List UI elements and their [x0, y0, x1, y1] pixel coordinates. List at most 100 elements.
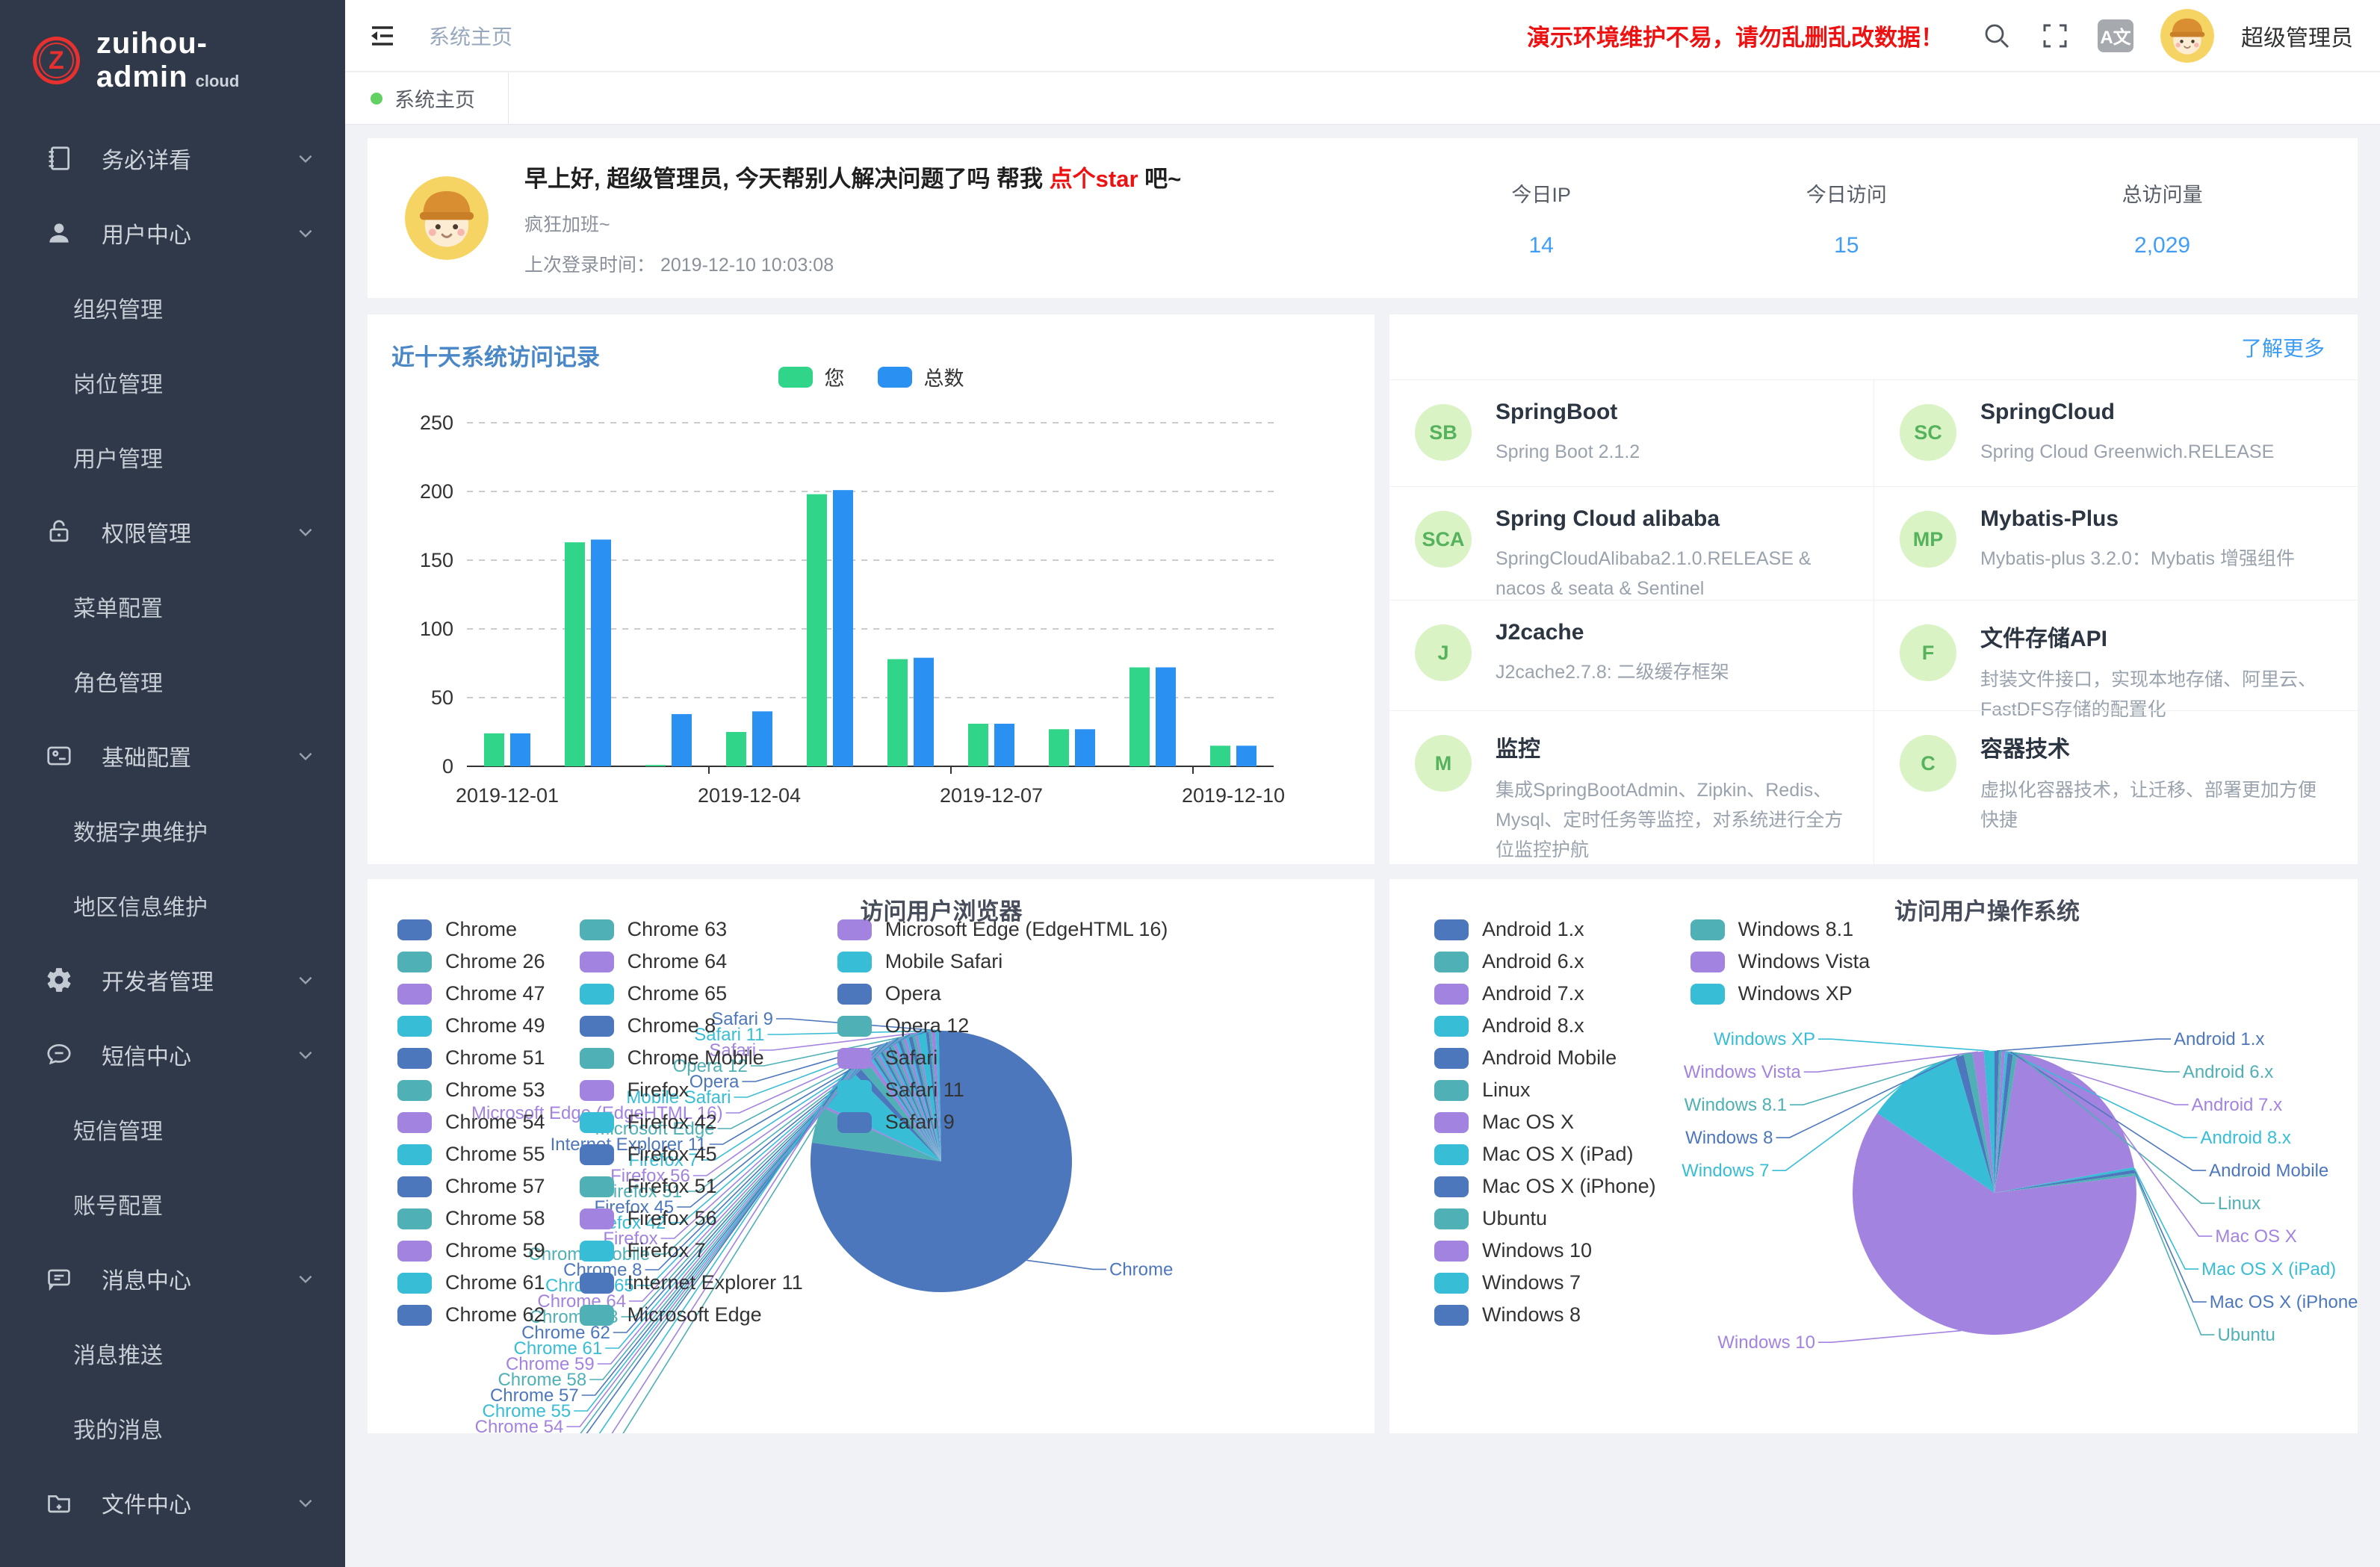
sidebar-subitem[interactable]: 消息推送: [0, 1316, 345, 1391]
legend-item[interactable]: Android 6.x: [1434, 946, 1656, 978]
sidebar-subitem[interactable]: 账号配置: [0, 1167, 345, 1241]
legend-item[interactable]: Chrome 59: [397, 1235, 545, 1267]
sidebar-subitem[interactable]: 我的消息: [0, 1391, 345, 1465]
svg-text:Android 6.x: Android 6.x: [2183, 1062, 2273, 1082]
legend-item[interactable]: Microsoft Edge: [580, 1299, 803, 1331]
legend-item[interactable]: Chrome 55: [397, 1138, 545, 1170]
legend-item[interactable]: Mac OS X (iPhone): [1434, 1170, 1656, 1203]
tab-system-home[interactable]: 系统主页: [345, 72, 509, 124]
legend-item[interactable]: Firefox 7: [580, 1235, 803, 1267]
sidebar-item[interactable]: 开发者管理: [0, 943, 345, 1017]
sidebar-item[interactable]: 文件中心: [0, 1465, 345, 1540]
sidebar-subitem[interactable]: 用户管理: [0, 420, 345, 494]
chevron-down-icon: [296, 746, 315, 766]
legend-item[interactable]: Safari 11: [837, 1074, 1168, 1106]
legend-label: Android 6.x: [1482, 950, 1584, 973]
legend-swatch: [837, 1080, 872, 1101]
avatar[interactable]: [2160, 9, 2214, 63]
legend-item[interactable]: Linux: [1434, 1074, 1656, 1106]
svg-text:2019-12-10: 2019-12-10: [1182, 784, 1285, 807]
legend-item[interactable]: Windows 7: [1434, 1267, 1656, 1299]
legend-swatch: [837, 984, 872, 1005]
legend-item[interactable]: Chrome 54: [397, 1106, 545, 1138]
svg-text:Mac OS X (iPhone): Mac OS X (iPhone): [2210, 1292, 2358, 1312]
sidebar-item[interactable]: 消息中心: [0, 1241, 345, 1316]
sidebar-item[interactable]: 权限管理: [0, 494, 345, 569]
legend-item[interactable]: Android 7.x: [1434, 978, 1656, 1010]
legend-item[interactable]: Chrome 63: [580, 913, 803, 946]
sidebar-subitem[interactable]: 组织管理: [0, 270, 345, 345]
sidebar-subitem[interactable]: 地区信息维护: [0, 868, 345, 943]
demo-warning-text: 演示环境维护不易，请勿乱删乱改数据！: [1527, 19, 1944, 52]
sidebar-item[interactable]: 用户中心: [0, 196, 345, 270]
legend-item[interactable]: 总数: [878, 362, 964, 391]
legend-item[interactable]: Chrome 51: [397, 1042, 545, 1074]
legend-item[interactable]: Opera 12: [837, 1010, 1168, 1042]
legend-item[interactable]: Chrome Mobile: [580, 1042, 803, 1074]
legend-swatch: [837, 1048, 872, 1069]
legend-item[interactable]: Windows 8.1: [1691, 913, 1871, 946]
legend-label: Chrome 61: [445, 1271, 545, 1294]
fullscreen-icon[interactable]: [2039, 20, 2071, 52]
legend-item[interactable]: Windows Vista: [1691, 946, 1871, 978]
stat-today-visits: 今日访问 15: [1806, 179, 1887, 258]
legend-swatch: [580, 919, 614, 940]
legend-item[interactable]: Chrome 47: [397, 978, 545, 1010]
legend-swatch: [1434, 1273, 1469, 1294]
star-link[interactable]: 点个star: [1050, 166, 1138, 192]
tech-card: SBSpringBootSpring Boot 2.1.2: [1389, 380, 1874, 486]
legend-item[interactable]: Chrome 49: [397, 1010, 545, 1042]
legend-item[interactable]: Mac OS X: [1434, 1106, 1656, 1138]
legend-label: 总数: [924, 362, 964, 391]
legend-swatch: [580, 1080, 614, 1101]
sidebar-item[interactable]: 务必详看: [0, 121, 345, 196]
legend-item[interactable]: Chrome 8: [580, 1010, 803, 1042]
legend-item[interactable]: Chrome 64: [580, 946, 803, 978]
legend-item[interactable]: Chrome 58: [397, 1203, 545, 1235]
legend-item[interactable]: Opera: [837, 978, 1168, 1010]
legend-item[interactable]: 您: [778, 362, 845, 391]
font-size-icon[interactable]: A文: [2098, 19, 2133, 52]
legend-swatch: [1434, 1176, 1469, 1197]
legend-item[interactable]: Windows 10: [1434, 1235, 1656, 1267]
legend-item[interactable]: Ubuntu: [1434, 1203, 1656, 1235]
legend-label: Windows 8.1: [1738, 918, 1854, 941]
legend-item[interactable]: Chrome 26: [397, 946, 545, 978]
legend-item[interactable]: Safari 9: [837, 1106, 1168, 1138]
legend-label: Internet Explorer 11: [627, 1271, 803, 1294]
legend-item[interactable]: Internet Explorer 11: [580, 1267, 803, 1299]
legend-item[interactable]: Android Mobile: [1434, 1042, 1656, 1074]
sidebar-subitem[interactable]: 短信管理: [0, 1092, 345, 1167]
legend-item[interactable]: Chrome 61: [397, 1267, 545, 1299]
sidebar-subitem[interactable]: 岗位管理: [0, 345, 345, 420]
sidebar-item[interactable]: 基础配置: [0, 719, 345, 793]
legend-item[interactable]: Windows 8: [1434, 1299, 1656, 1331]
gear-icon: [45, 966, 73, 994]
legend-item[interactable]: Android 8.x: [1434, 1010, 1656, 1042]
sidebar-item[interactable]: 短信中心: [0, 1017, 345, 1092]
legend-item[interactable]: Chrome: [397, 913, 545, 946]
svg-text:Windows 10: Windows 10: [1717, 1332, 1815, 1353]
legend-item[interactable]: Mobile Safari: [837, 946, 1168, 978]
legend-item[interactable]: Mac OS X (iPad): [1434, 1138, 1656, 1170]
legend-item[interactable]: Chrome 62: [397, 1299, 545, 1331]
legend-item[interactable]: Chrome 53: [397, 1074, 545, 1106]
legend-item[interactable]: Firefox 42: [580, 1106, 803, 1138]
legend-item[interactable]: Firefox 51: [580, 1170, 803, 1203]
legend-item[interactable]: Firefox: [580, 1074, 803, 1106]
legend-item[interactable]: Firefox 45: [580, 1138, 803, 1170]
legend-item[interactable]: Windows XP: [1691, 978, 1871, 1010]
legend-item[interactable]: Android 1.x: [1434, 913, 1656, 946]
sidebar-subitem[interactable]: 菜单配置: [0, 569, 345, 644]
legend-item[interactable]: Chrome 57: [397, 1170, 545, 1203]
legend-item[interactable]: Safari: [837, 1042, 1168, 1074]
sidebar-subitem[interactable]: 角色管理: [0, 644, 345, 719]
learn-more-link[interactable]: 了解更多: [2241, 332, 2325, 362]
legend-label: Microsoft Edge: [627, 1303, 762, 1326]
sidebar-subitem[interactable]: 数据字典维护: [0, 793, 345, 868]
legend-item[interactable]: Firefox 56: [580, 1203, 803, 1235]
current-user-name[interactable]: 超级管理员: [2241, 19, 2353, 52]
collapse-sidebar-icon[interactable]: [368, 21, 397, 51]
legend-item[interactable]: Chrome 65: [580, 978, 803, 1010]
search-icon[interactable]: [1981, 20, 2012, 52]
